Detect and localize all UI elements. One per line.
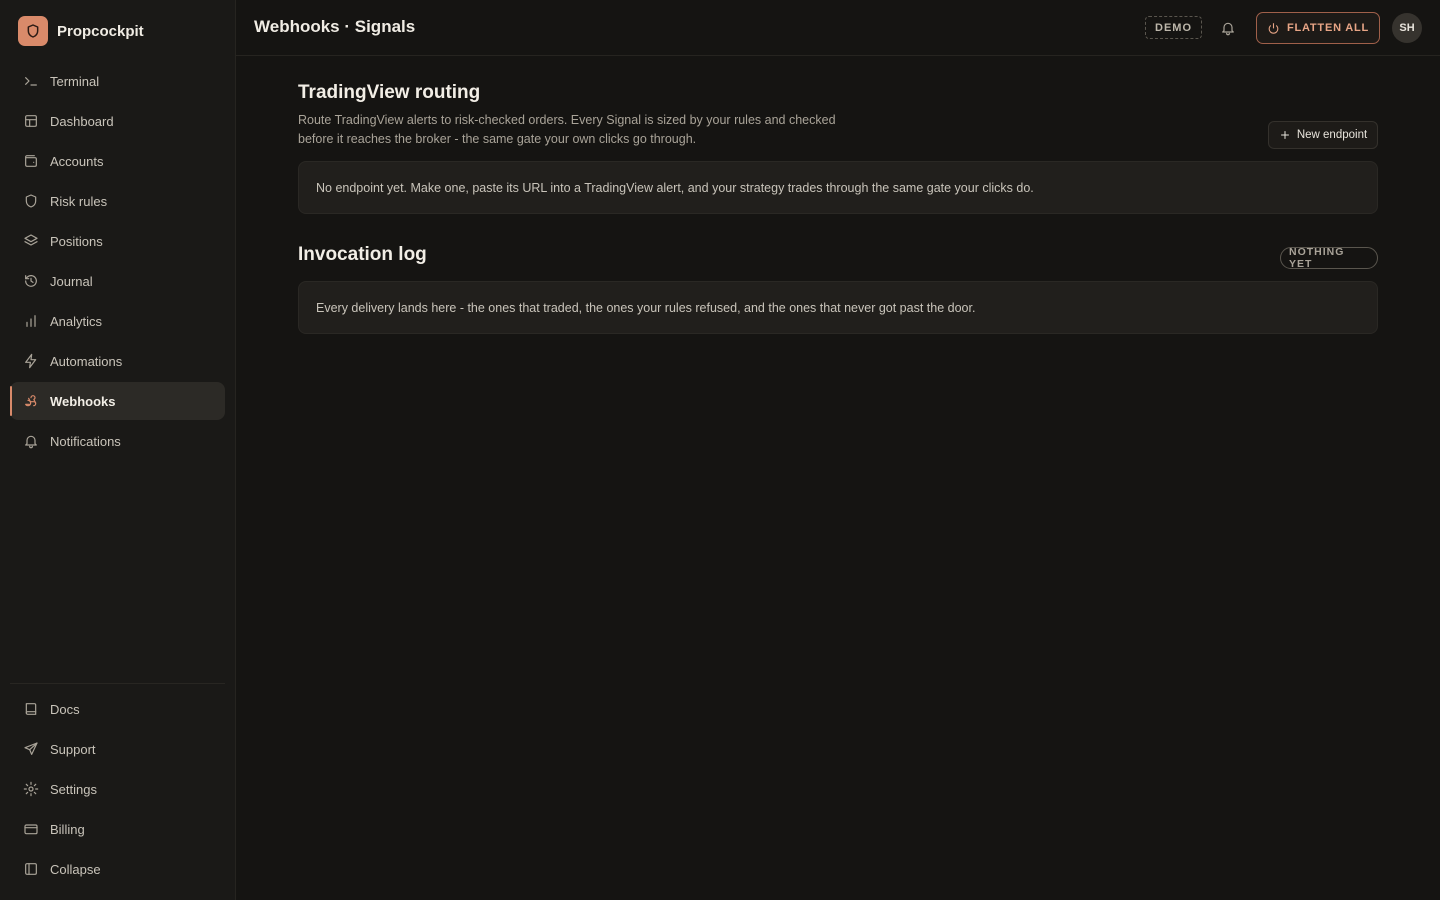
sidebar-item-label: Notifications (50, 433, 121, 449)
new-endpoint-label: New endpoint (1296, 129, 1368, 141)
brand-logo-shield-icon (18, 16, 48, 46)
credit-card-icon (23, 821, 39, 837)
sidebar-item-label: Risk rules (50, 193, 108, 209)
webhook-icon (23, 393, 39, 409)
sidebar-item-label: Dashboard (50, 113, 114, 129)
sidebar-item-automations[interactable]: Automations (10, 342, 225, 380)
sidebar-item-label: Positions (50, 233, 103, 249)
sidebar-item-label: Docs (50, 701, 80, 717)
sidebar-item-support[interactable]: Support (10, 730, 225, 768)
power-icon (1268, 22, 1279, 34)
sidebar-bottom-nav: Docs Support Settings Billing Collapse (10, 690, 225, 890)
sidebar-divider (10, 683, 225, 684)
routing-title: TradingView routing (298, 82, 481, 103)
sidebar: Propcockpit Terminal Dashboard Accounts … (0, 0, 236, 900)
sidebar-item-webhooks[interactable]: Webhooks (10, 382, 225, 420)
brand[interactable]: Propcockpit (18, 16, 144, 46)
sidebar-collapse-button[interactable]: Collapse (10, 850, 225, 888)
sidebar-item-settings[interactable]: Settings (10, 770, 225, 808)
book-icon (23, 701, 39, 717)
sidebar-item-label: Terminal (50, 73, 100, 89)
sidebar-item-journal[interactable]: Journal (10, 262, 225, 300)
routing-description: Route TradingView alerts to risk-checked… (298, 113, 836, 146)
sidebar-item-label: Collapse (50, 861, 101, 877)
history-icon (23, 273, 39, 289)
new-endpoint-button[interactable]: New endpoint (1268, 121, 1378, 149)
send-icon (23, 741, 39, 757)
sidebar-item-accounts[interactable]: Accounts (10, 142, 225, 180)
sidebar-item-label: Accounts (50, 153, 104, 169)
layout-icon (23, 113, 39, 129)
log-status-badge: NOTHING YET (1280, 246, 1378, 270)
flatten-all-label: FLATTEN ALL (1286, 22, 1370, 34)
layers-icon (23, 233, 39, 249)
sidebar-item-dashboard[interactable]: Dashboard (10, 102, 225, 140)
sidebar-item-risk-rules[interactable]: Risk rules (10, 182, 225, 220)
invocation-log-title: Invocation log (298, 244, 427, 265)
plus-icon (1280, 131, 1289, 139)
log-empty-text: Every delivery lands here - the ones tha… (316, 300, 976, 315)
sidebar-nav: Terminal Dashboard Accounts Risk rules P… (10, 62, 225, 462)
sidebar-item-label: Settings (50, 781, 97, 797)
sidebar-item-label: Journal (50, 273, 93, 289)
log-empty-state: Every delivery lands here - the ones tha… (298, 281, 1378, 334)
sidebar-item-docs[interactable]: Docs (10, 690, 225, 728)
gear-icon (23, 781, 39, 797)
endpoint-empty-text: No endpoint yet. Make one, paste its URL… (316, 180, 1034, 195)
sidebar-collapse-icon (23, 861, 39, 877)
sidebar-item-notifications[interactable]: Notifications (10, 422, 225, 460)
bell-icon (23, 433, 39, 449)
topbar: Webhooks · Signals DEMO FLATTEN ALL SH (236, 0, 1440, 56)
endpoint-empty-state: No endpoint yet. Make one, paste its URL… (298, 161, 1378, 214)
flatten-all-button[interactable]: FLATTEN ALL (1256, 12, 1380, 44)
notifications-bell-icon[interactable] (1218, 18, 1238, 38)
sidebar-item-billing[interactable]: Billing (10, 810, 225, 848)
sidebar-item-label: Webhooks (50, 393, 116, 409)
shield-icon (23, 193, 39, 209)
sidebar-item-label: Analytics (50, 313, 103, 329)
sidebar-item-terminal[interactable]: Terminal (10, 62, 225, 100)
bar-chart-icon (23, 313, 39, 329)
sidebar-item-analytics[interactable]: Analytics (10, 302, 225, 340)
sidebar-item-label: Automations (50, 353, 123, 369)
sidebar-item-label: Support (50, 741, 96, 757)
terminal-icon (23, 73, 39, 89)
sidebar-item-positions[interactable]: Positions (10, 222, 225, 260)
wallet-icon (23, 153, 39, 169)
avatar[interactable]: SH (1392, 13, 1422, 43)
demo-badge: DEMO (1145, 16, 1202, 39)
brand-name: Propcockpit (57, 22, 144, 40)
page-title: Webhooks · Signals (254, 17, 416, 36)
lightning-icon (23, 353, 39, 369)
sidebar-item-label: Billing (50, 821, 85, 837)
